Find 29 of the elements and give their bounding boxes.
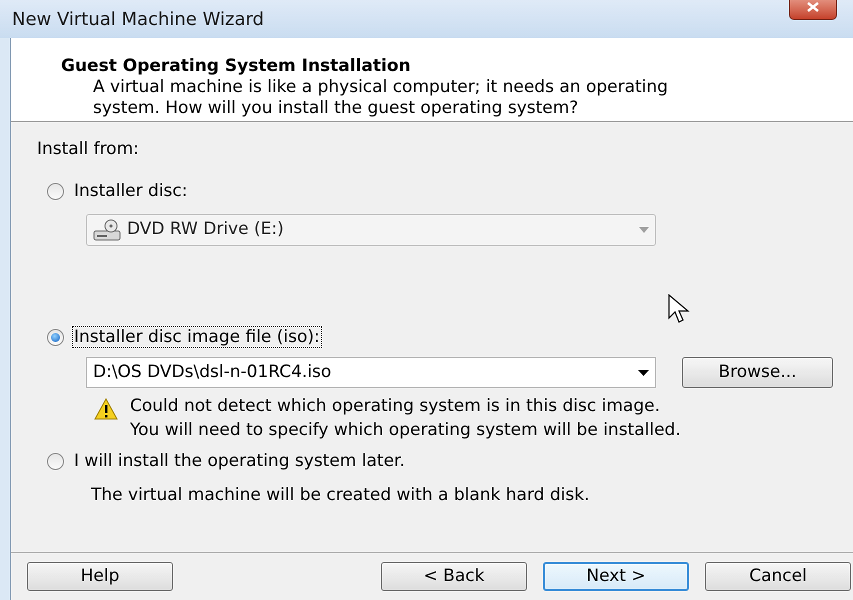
- header-title: Guest Operating System Installation: [61, 55, 412, 77]
- iso-path-field[interactable]: D:\OS DVDs\dsl-n-01RC4.iso: [86, 357, 656, 388]
- close-icon: [806, 2, 820, 12]
- install-from-label: Install from:: [37, 138, 140, 160]
- warning-text: Could not detect which operating system is in this disc image.: [130, 395, 661, 418]
- dropdown-arrow-icon: [638, 370, 649, 376]
- dialog-button[interactable]: < Back: [381, 562, 527, 591]
- disc-drive-icon: [93, 219, 121, 241]
- option-label[interactable]: Installer disc image file (iso):: [72, 326, 322, 348]
- header-subtitle: A virtual machine is like a physical computer; it needs an operating: [92, 77, 669, 98]
- warning-text: You will need to specify which operating system will be installed.: [130, 419, 681, 442]
- header-subtitle: system. How will you install the guest operating system?: [92, 98, 580, 119]
- window-title: New Virtual Machine Wizard: [12, 8, 264, 32]
- dropdown-value: DVD RW Drive (E:): [127, 218, 285, 242]
- radio-button[interactable]: [47, 182, 64, 200]
- iso-path-value: D:\OS DVDs\dsl-n-01RC4.iso: [93, 360, 332, 384]
- warning-icon: [94, 398, 118, 420]
- option-label[interactable]: I will install the operating system later.: [72, 450, 407, 472]
- later-note: The virtual machine will be created with a blank hard disk.: [91, 484, 590, 506]
- radio-button[interactable]: [47, 328, 64, 346]
- option-label[interactable]: Installer disc:: [72, 180, 190, 202]
- mouse-pointer-icon: [668, 294, 692, 324]
- close-button[interactable]: [789, 0, 837, 20]
- browse-button[interactable]: Browse...: [682, 357, 833, 388]
- dialog-button[interactable]: Help: [27, 562, 173, 591]
- radio-button[interactable]: [47, 452, 64, 470]
- dropdown-arrow-icon: [639, 227, 649, 233]
- dialog-button[interactable]: Next >: [543, 562, 689, 591]
- dialog-button[interactable]: Cancel: [705, 562, 851, 591]
